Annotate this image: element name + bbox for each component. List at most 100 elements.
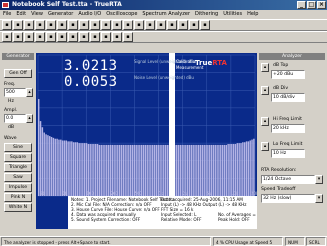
info-line: 5. Sound System Correction: OFF: [71, 217, 141, 222]
grid-icon[interactable]: ▪: [156, 20, 166, 30]
mode-b-icon[interactable]: ▪: [13, 32, 23, 42]
speed-select[interactable]: 32 Hz (slow): [261, 194, 315, 203]
mode-d-icon[interactable]: ▪: [35, 32, 45, 42]
db-div-spin-icon[interactable]: ▴: [261, 86, 269, 95]
mode-i-icon[interactable]: ▪: [90, 32, 100, 42]
new-icon[interactable]: ▪: [2, 20, 12, 30]
zoom-icon[interactable]: ▪: [167, 20, 177, 30]
spectrum-bar: [49, 136, 51, 196]
ampl-spin-icon[interactable]: ▴: [26, 114, 33, 123]
lo-freq-input[interactable]: 10 Hz: [271, 149, 305, 158]
hi-freq-input[interactable]: 20 kHz: [271, 124, 305, 133]
menu-dithering[interactable]: Dithering: [195, 10, 218, 19]
wave-impulse-button[interactable]: Impulse: [4, 183, 32, 192]
settings-icon[interactable]: ▪: [145, 20, 155, 30]
freq-input[interactable]: 500: [4, 88, 26, 97]
volume-icon[interactable]: ▪: [134, 20, 144, 30]
close-button[interactable]: ×: [317, 1, 326, 9]
wave-saw-button[interactable]: Saw: [4, 173, 32, 182]
open-icon[interactable]: ▪: [13, 20, 23, 30]
mode-l-icon[interactable]: ▪: [123, 32, 133, 42]
mode-f-icon[interactable]: ▪: [57, 32, 67, 42]
menu-oscilloscope[interactable]: Oscilloscope: [106, 10, 137, 19]
lo-freq-label: Lo Freq Limit: [273, 142, 303, 147]
mode-h-icon[interactable]: ▪: [79, 32, 89, 42]
spectrum-bar: [106, 144, 108, 196]
wave-triangle-button[interactable]: Triangle: [4, 163, 32, 172]
generator-panel: Generator Gen Off Freq. 500 ▴ Hz Ampl. 0…: [2, 53, 34, 235]
spectrum-bar: [74, 142, 77, 196]
spectrum-bar: [227, 144, 229, 196]
wave-sine-button[interactable]: Sine: [4, 143, 32, 152]
spectrum-bar: [212, 144, 215, 196]
hi-freq-spin-icon[interactable]: ▴: [261, 117, 269, 126]
wave-white-n-button[interactable]: White N: [4, 203, 32, 212]
info-icon[interactable]: ▪: [200, 20, 210, 30]
mode-j-icon[interactable]: ▪: [101, 32, 111, 42]
record-icon[interactable]: ▪: [90, 20, 100, 30]
run-icon[interactable]: ▪: [57, 20, 67, 30]
about-icon[interactable]: ▪: [189, 20, 199, 30]
spectrum-bar: [144, 144, 147, 196]
copy-icon[interactable]: ▪: [35, 20, 45, 30]
menu-utilities[interactable]: Utilities: [223, 10, 242, 19]
spectrum-bar: [128, 144, 130, 196]
mode-e-icon[interactable]: ▪: [46, 32, 56, 42]
db-top-label: dB Top: [273, 63, 289, 68]
menu-spectrum-analyzer[interactable]: Spectrum Analyzer: [142, 10, 190, 19]
menu-view[interactable]: View: [31, 10, 43, 19]
lo-freq-spin-icon[interactable]: ▴: [261, 142, 269, 151]
ampl-input[interactable]: 0.0: [4, 114, 26, 123]
spectrum-bar: [120, 144, 123, 196]
spectrum-bar: [210, 144, 213, 196]
spectrum-bar: [60, 139, 62, 196]
spectrum-bar: [155, 144, 158, 196]
wave-square-button[interactable]: Square: [4, 153, 32, 162]
spectrum-bar: [124, 144, 126, 196]
spectrum-bar: [91, 144, 93, 196]
gen-off-button[interactable]: Gen Off: [4, 69, 32, 78]
menu-help[interactable]: Help: [247, 10, 258, 19]
spectrum-bar: [43, 132, 45, 196]
menu-audio-i-o[interactable]: Audio I/O: [78, 10, 101, 19]
menu-edit[interactable]: Edit: [16, 10, 26, 19]
spectrum-bar: [50, 136, 53, 196]
scope-icon[interactable]: ▪: [112, 20, 122, 30]
spectrum-bar: [214, 144, 216, 196]
spectrum-display[interactable]: 20501002005001k2k5k10k20k 3.0213 0.0053 …: [36, 53, 257, 229]
stop-icon[interactable]: ▪: [68, 20, 78, 30]
freq-spin-icon[interactable]: ▴: [26, 88, 33, 97]
spectrum-bar: [142, 144, 145, 196]
spectrum-bar: [150, 144, 152, 196]
db-div-input[interactable]: 10 dB/div: [271, 93, 305, 102]
db-top-input[interactable]: +20 dBu: [271, 70, 305, 79]
title-bar: Notebook Self Test.tta - TrueRTA _ □ ×: [0, 0, 327, 10]
spectrum-bar: [152, 144, 154, 196]
mode-a-icon[interactable]: ▪: [2, 32, 12, 42]
menu-file[interactable]: File: [3, 10, 11, 19]
rta-resolution-dropdown-icon[interactable]: ▾: [315, 175, 323, 184]
pause-icon[interactable]: ▪: [79, 20, 89, 30]
mode-k-icon[interactable]: ▪: [112, 32, 122, 42]
minimize-button[interactable]: _: [297, 1, 306, 9]
save-icon[interactable]: ▪: [24, 20, 34, 30]
speed-dropdown-icon[interactable]: ▾: [315, 194, 323, 203]
rta-resolution-select[interactable]: 1/24 Octave: [261, 175, 315, 184]
print-icon[interactable]: ▪: [46, 20, 56, 30]
analyzer-panel: Analyzer dB Top ▴ +20 dBu dB Div ▴ 10 dB…: [259, 53, 325, 235]
spectrum-bar: [231, 144, 233, 196]
menu-generator[interactable]: Generator: [48, 10, 73, 19]
mode-g-icon[interactable]: ▪: [68, 32, 78, 42]
mode-c-icon[interactable]: ▪: [24, 32, 34, 42]
spectrum-bar: [243, 142, 246, 196]
help-icon[interactable]: ▪: [178, 20, 188, 30]
generator-icon[interactable]: ▪: [101, 20, 111, 30]
hi-freq-label: Hi Freq Limit: [273, 117, 302, 122]
maximize-button[interactable]: □: [307, 1, 316, 9]
wave-pink-n-button[interactable]: Pink N: [4, 193, 32, 202]
db-top-spin-icon[interactable]: ▴: [261, 63, 269, 72]
noise-reading-label: Noise Level (unweighted) dBu: [134, 75, 194, 80]
spectrum-icon[interactable]: ▪: [123, 20, 133, 30]
noise-reading: 0.0053: [64, 74, 118, 90]
spectrum-bar: [98, 144, 101, 196]
